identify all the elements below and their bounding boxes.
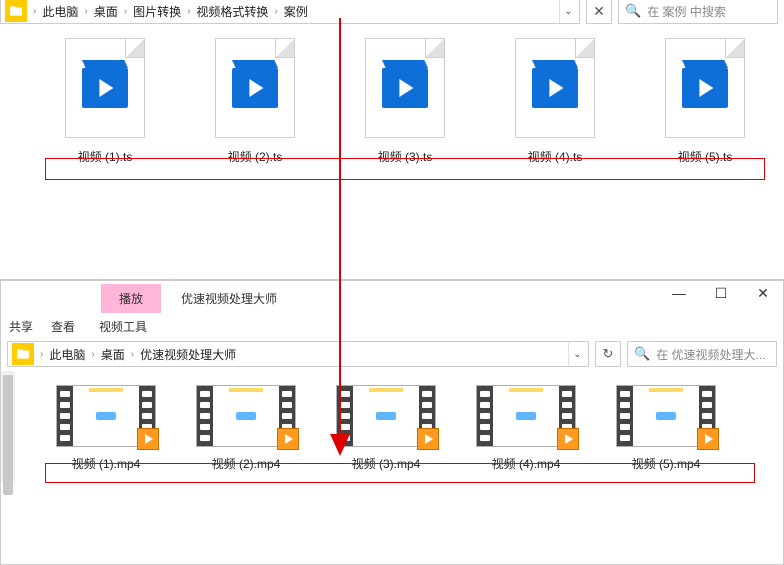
video-thumbnail-icon — [476, 385, 576, 447]
file-label: 视频 (2).mp4 — [212, 455, 281, 472]
close-nav-button[interactable]: ✕ — [586, 0, 612, 24]
file-label: 视频 (3).ts — [378, 148, 433, 165]
address-bar: › 此电脑 › 桌面 › 图片转换 › 视频格式转换 › 案例 ⌄ ✕ 🔍 在 … — [0, 0, 778, 26]
chevron-right-icon: › — [80, 6, 91, 17]
play-overlay-icon — [277, 428, 299, 450]
explorer-window-bottom: — ☐ ✕ 播放 优速视频处理大师 共享 查看 视频工具 › 此电脑 › 桌面 … — [0, 280, 784, 565]
play-overlay-icon — [137, 428, 159, 450]
refresh-button[interactable]: ↻ — [595, 341, 621, 367]
breadcrumb-item[interactable]: 此电脑 — [47, 346, 87, 363]
file-item[interactable]: 视频 (1).ts — [50, 38, 160, 165]
maximize-button[interactable]: ☐ — [711, 285, 731, 302]
video-file-icon — [365, 38, 445, 138]
file-label: 视频 (4).mp4 — [492, 455, 561, 472]
play-overlay-icon — [697, 428, 719, 450]
tab-play[interactable]: 播放 — [101, 284, 161, 313]
chevron-right-icon: › — [87, 349, 98, 360]
breadcrumb-item[interactable]: 此电脑 — [40, 3, 80, 20]
search-input[interactable]: 🔍 在 优速视频处理大... — [627, 341, 777, 367]
search-icon: 🔍 — [634, 346, 650, 362]
folder-icon — [5, 0, 27, 22]
file-label: 视频 (1).mp4 — [72, 455, 141, 472]
breadcrumb-item[interactable]: 视频格式转换 — [194, 3, 270, 20]
video-thumbnail-icon — [196, 385, 296, 447]
tab-share[interactable]: 共享 — [9, 318, 33, 335]
window-controls: — ☐ ✕ — [669, 285, 773, 302]
file-label: 视频 (5).mp4 — [632, 455, 701, 472]
play-overlay-icon — [557, 428, 579, 450]
file-item[interactable]: 视频 (4).mp4 — [471, 385, 581, 472]
file-item[interactable]: 视频 (1).mp4 — [51, 385, 161, 472]
folder-icon — [12, 343, 34, 365]
file-label: 视频 (4).ts — [528, 148, 583, 165]
video-thumbnail-icon — [336, 385, 436, 447]
file-item[interactable]: 视频 (5).ts — [650, 38, 760, 165]
file-label: 视频 (1).ts — [78, 148, 133, 165]
chevron-right-icon: › — [127, 349, 138, 360]
search-placeholder: 在 优速视频处理大... — [656, 346, 765, 363]
file-item[interactable]: 视频 (5).mp4 — [611, 385, 721, 472]
breadcrumb[interactable]: › 此电脑 › 桌面 › 优速视频处理大师 ⌄ — [7, 341, 589, 367]
file-item[interactable]: 视频 (3).ts — [350, 38, 460, 165]
scrollbar-thumb[interactable] — [3, 375, 13, 495]
breadcrumb-item[interactable]: 案例 — [282, 3, 310, 20]
close-button[interactable]: ✕ — [753, 285, 773, 302]
breadcrumb-dropdown[interactable]: ⌄ — [559, 0, 577, 23]
file-label: 视频 (2).ts — [228, 148, 283, 165]
minimize-button[interactable]: — — [669, 285, 689, 302]
search-icon: 🔍 — [625, 3, 641, 19]
search-placeholder: 在 案例 中搜索 — [647, 3, 726, 20]
address-bar: › 此电脑 › 桌面 › 优速视频处理大师 ⌄ ↻ 🔍 在 优速视频处理大... — [7, 339, 777, 369]
video-thumbnail-icon — [616, 385, 716, 447]
file-label: 视频 (5).ts — [678, 148, 733, 165]
tab-video-tools[interactable]: 视频工具 — [99, 318, 147, 335]
file-item[interactable]: 视频 (2).ts — [200, 38, 310, 165]
breadcrumb-item[interactable]: 桌面 — [92, 3, 120, 20]
file-item[interactable]: 视频 (3).mp4 — [331, 385, 441, 472]
chevron-right-icon: › — [270, 6, 281, 17]
toolbar: 共享 查看 视频工具 — [1, 315, 783, 337]
breadcrumb-item[interactable]: 桌面 — [99, 346, 127, 363]
chevron-right-icon: › — [183, 6, 194, 17]
tab-view[interactable]: 查看 — [51, 318, 75, 335]
file-item[interactable]: 视频 (4).ts — [500, 38, 610, 165]
ribbon-tabs: 播放 优速视频处理大师 — [1, 281, 783, 315]
chevron-right-icon: › — [120, 6, 131, 17]
video-file-icon — [215, 38, 295, 138]
scrollbar[interactable] — [1, 371, 15, 482]
breadcrumb[interactable]: › 此电脑 › 桌面 › 图片转换 › 视频格式转换 › 案例 ⌄ — [0, 0, 580, 24]
file-pane-bottom[interactable]: 视频 (1).mp4 视频 (2).mp4 视频 (3).mp4 — [1, 371, 783, 482]
breadcrumb-item[interactable]: 图片转换 — [131, 3, 183, 20]
play-overlay-icon — [417, 428, 439, 450]
breadcrumb-dropdown[interactable]: ⌄ — [568, 342, 586, 366]
video-thumbnail-icon — [56, 385, 156, 447]
app-title: 优速视频处理大师 — [167, 286, 291, 311]
chevron-right-icon: › — [29, 6, 40, 17]
chevron-right-icon: › — [36, 349, 47, 360]
video-file-icon — [665, 38, 745, 138]
video-file-icon — [515, 38, 595, 138]
search-input[interactable]: 🔍 在 案例 中搜索 — [618, 0, 778, 24]
explorer-window-top: 共享 查看 视频工具 › 此电脑 › 桌面 › 图片转换 › 视频格式转换 › … — [0, 0, 784, 280]
breadcrumb-item[interactable]: 优速视频处理大师 — [138, 346, 238, 363]
video-file-icon — [65, 38, 145, 138]
file-item[interactable]: 视频 (2).mp4 — [191, 385, 301, 472]
file-pane-top[interactable]: 视频 (1).ts 视频 (2).ts 视频 (3).ts 视频 (4).ts … — [0, 28, 784, 175]
file-label: 视频 (3).mp4 — [352, 455, 421, 472]
